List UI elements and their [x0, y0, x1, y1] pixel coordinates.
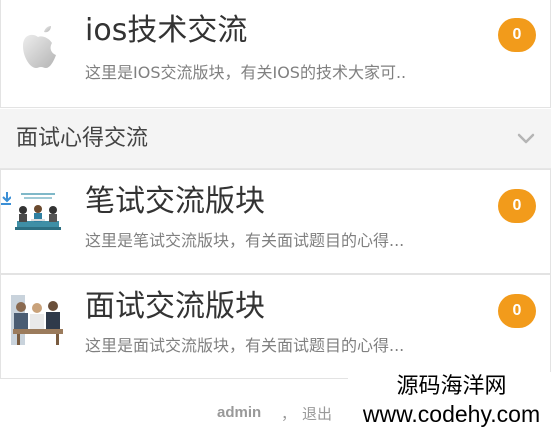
- board-item-written-test[interactable]: 笔试交流版块 这里是笔试交流版块，有关面试题目的心得... 0: [0, 169, 551, 274]
- user-link[interactable]: admin: [217, 404, 261, 421]
- board-title: 面试交流版块: [85, 289, 265, 324]
- board-title: ios技术交流: [85, 13, 248, 48]
- watermark-url: www.codehy.com: [362, 401, 541, 427]
- written-test-thumbnail: [11, 188, 65, 242]
- apple-logo-icon: [11, 20, 65, 74]
- interview-thumbnail: [11, 293, 65, 347]
- logout-link[interactable]: 退出: [302, 403, 332, 424]
- board-description: 这里是面试交流版块，有关面试题目的心得...: [85, 336, 405, 355]
- board-description: 这里是笔试交流版块，有关面试题目的心得...: [85, 231, 405, 250]
- forum-board-list: ios技术交流 这里是IOS交流版块，有关IOS的技术大家可.. 0 面试心得交…: [0, 0, 557, 433]
- chevron-down-icon[interactable]: [515, 127, 537, 149]
- footer-separator: ，: [281, 405, 297, 423]
- board-item-ios[interactable]: ios技术交流 这里是IOS交流版块，有关IOS的技术大家可.. 0: [0, 0, 551, 108]
- post-count-badge: 0: [498, 18, 536, 52]
- section-title: 面试心得交流: [16, 126, 149, 151]
- board-item-interview[interactable]: 面试交流版块 这里是面试交流版块，有关面试题目的心得... 0: [0, 274, 551, 379]
- watermark-name: 源码海洋网: [396, 374, 507, 399]
- post-count-badge: 0: [498, 294, 536, 328]
- post-count-badge: 0: [498, 189, 536, 223]
- board-title: 笔试交流版块: [85, 184, 265, 219]
- board-description: 这里是IOS交流版块，有关IOS的技术大家可..: [85, 63, 407, 82]
- watermark: 源码海洋网 www.codehy.com: [348, 372, 555, 430]
- section-header-interview[interactable]: 面试心得交流: [0, 109, 551, 169]
